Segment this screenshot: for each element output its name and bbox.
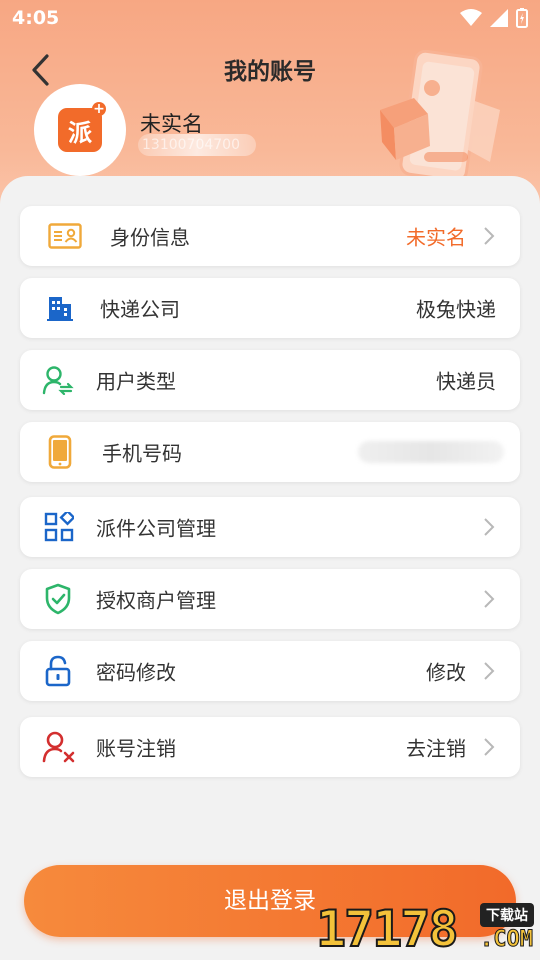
menu-item-label: 身份信息 — [110, 225, 190, 250]
app-logo-char: 派 — [68, 118, 92, 147]
watermark-logo: 17178 下载站 .COM — [315, 893, 540, 960]
id-card-icon — [48, 223, 82, 249]
status-icons — [460, 8, 528, 28]
identity-status-value: 未实名 — [406, 225, 466, 250]
chevron-right-icon — [484, 518, 495, 536]
wifi-icon — [460, 9, 482, 26]
menu-item-phone[interactable]: 手机号码 — [20, 422, 520, 482]
menu-item-identity[interactable]: 身份信息 未实名 — [20, 206, 520, 266]
menu-item-label: 授权商户管理 — [96, 588, 216, 613]
watermark-number: 17178 — [315, 899, 460, 959]
status-bar: 4:05 — [0, 0, 540, 36]
menu-item-password[interactable]: 密码修改 修改 — [20, 641, 520, 701]
menu-item-label: 派件公司管理 — [96, 516, 216, 541]
user-type-value: 快递员 — [436, 369, 496, 394]
mobile-icon — [48, 435, 72, 469]
grid-apps-icon — [44, 512, 74, 542]
user-phone-masked: 13100704700 — [138, 134, 256, 156]
password-action-value: 修改 — [426, 660, 466, 685]
chevron-right-icon — [484, 590, 495, 608]
phone-illustration — [380, 50, 500, 180]
battery-icon — [516, 8, 528, 28]
signal-icon — [490, 9, 508, 27]
user-switch-icon — [42, 365, 74, 395]
phone-number-masked — [358, 441, 504, 463]
building-icon — [46, 295, 74, 321]
menu-item-label: 手机号码 — [102, 441, 182, 466]
menu-item-merchant-auth[interactable]: 授权商户管理 — [20, 569, 520, 629]
cancel-account-action-value: 去注销 — [406, 736, 466, 761]
chevron-right-icon — [484, 662, 495, 680]
chevron-right-icon — [484, 227, 495, 245]
app-logo: 派 + — [58, 102, 106, 152]
user-remove-icon — [42, 731, 76, 763]
shield-check-icon — [44, 583, 72, 615]
menu-item-courier-company[interactable]: 快递公司 极兔快递 — [20, 278, 520, 338]
chevron-right-icon — [484, 738, 495, 756]
menu-item-user-type[interactable]: 用户类型 快递员 — [20, 350, 520, 410]
plus-icon: + — [92, 101, 106, 117]
avatar[interactable]: 派 + — [34, 84, 126, 176]
watermark-domain: .COM — [480, 927, 534, 953]
menu-item-label: 账号注销 — [96, 736, 176, 761]
menu-item-label: 快递公司 — [100, 297, 180, 322]
unlock-icon — [44, 655, 72, 687]
menu-item-cancel-account[interactable]: 账号注销 去注销 — [20, 717, 520, 777]
menu-item-label: 密码修改 — [96, 660, 176, 685]
menu-item-dispatch-company[interactable]: 派件公司管理 — [20, 497, 520, 557]
watermark-tag: 下载站 — [480, 903, 534, 927]
courier-company-value: 极兔快递 — [416, 297, 496, 322]
status-time: 4:05 — [12, 7, 60, 29]
menu-item-label: 用户类型 — [96, 369, 176, 394]
